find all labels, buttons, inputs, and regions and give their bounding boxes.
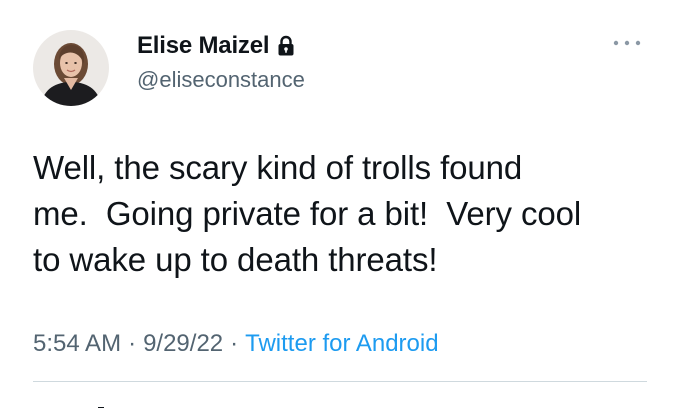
tweet-meta: 5:54 AM · 9/29/22 · Twitter for Android [33,330,439,358]
tweet-text: Well, the scary kind of trolls found me.… [33,149,582,278]
cropped-stats-row [80,400,110,408]
meta-separator: · [230,330,239,357]
more-horizontal-icon[interactable] [612,36,642,50]
divider [33,381,647,382]
meta-separator: · [128,330,137,357]
author-name-row: Elise Maizel [137,30,296,62]
tweet-card: Elise Maizel @eliseconstance Well, the s… [0,0,680,408]
tweet-time[interactable]: 5:54 AM [33,330,121,358]
lock-icon [276,35,296,57]
user-handle[interactable]: @eliseconstance [137,67,305,93]
avatar[interactable] [33,30,109,106]
tweet-date[interactable]: 9/29/22 [143,330,223,358]
display-name[interactable]: Elise Maizel [137,32,270,60]
tweet-source-link[interactable]: Twitter for Android [245,330,438,358]
avatar-photo [33,30,109,106]
